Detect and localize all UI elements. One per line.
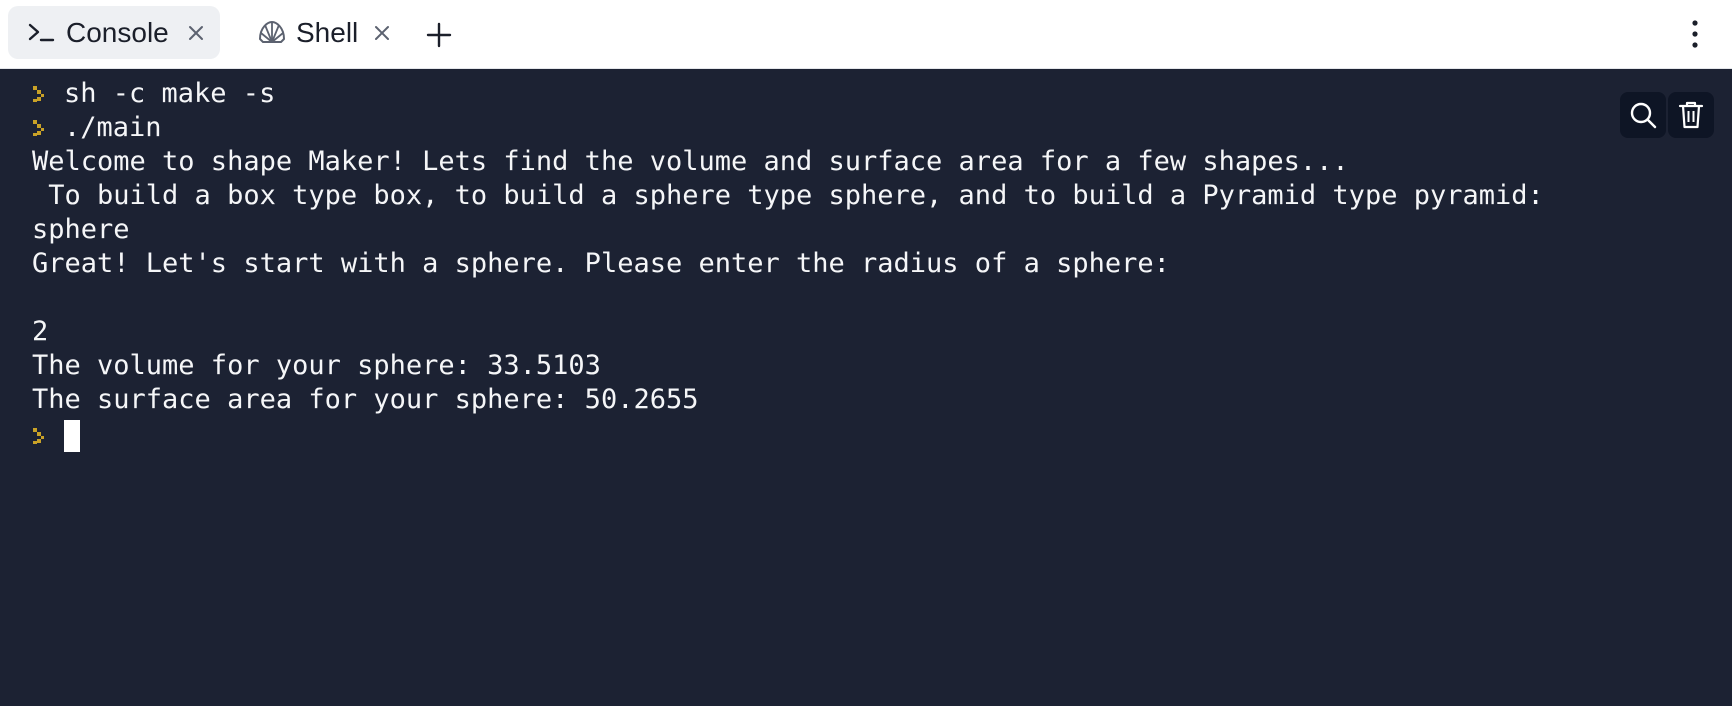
vertical-ellipsis-icon <box>1692 20 1698 48</box>
terminal-prompt-icon <box>24 16 58 50</box>
output-line: The volume for your sphere: 33.5103 <box>32 349 1544 383</box>
output-text: sphere <box>32 214 130 245</box>
output-line: To build a box type box, to build a sphe… <box>32 179 1544 213</box>
output-text: Welcome to shape Maker! Lets find the vo… <box>32 146 1349 177</box>
output-line: sphere <box>32 213 1544 247</box>
output-text: 2 <box>32 316 49 347</box>
output-line: The surface area for your sphere: 50.265… <box>32 383 1544 417</box>
terminal-output[interactable]: sh -c make -s ./main Welcome to shape Make… <box>0 69 1732 706</box>
command-line: ./main <box>32 111 1544 145</box>
output-line <box>32 281 1544 315</box>
more-options-button[interactable] <box>1680 14 1710 54</box>
tab-console[interactable]: Console <box>8 6 220 59</box>
prompt-chevron-icon <box>32 77 64 111</box>
close-icon[interactable] <box>183 20 209 46</box>
output-line: Great! Let's start with a sphere. Please… <box>32 247 1544 281</box>
plus-icon <box>426 22 452 48</box>
tab-shell[interactable]: Shell <box>240 6 392 59</box>
command-line: sh -c make -s <box>32 77 1544 111</box>
output-text: Great! Let's start with a sphere. Please… <box>32 248 1170 279</box>
tab-console-label: Console <box>66 16 169 48</box>
trash-icon <box>1678 101 1704 129</box>
output-text: The surface area for your sphere: 50.265… <box>32 384 699 415</box>
command-text: sh -c make -s <box>64 78 276 109</box>
output-text: The volume for your sphere: 33.5103 <box>32 350 601 381</box>
output-text: To build a box type box, to build a sphe… <box>32 180 1544 211</box>
terminal-lines: sh -c make -s ./main Welcome to shape Make… <box>32 77 1544 417</box>
tab-bar: Console Shell <box>0 0 1732 69</box>
text-cursor <box>64 420 80 452</box>
add-tab-button[interactable] <box>422 18 456 52</box>
active-prompt-line <box>32 419 80 453</box>
prompt-chevron-icon <box>32 419 64 453</box>
shell-icon <box>256 16 288 50</box>
prompt-chevron-icon <box>32 111 64 145</box>
search-icon <box>1630 102 1657 129</box>
clear-console-button[interactable] <box>1668 92 1714 138</box>
output-line: 2 <box>32 315 1544 349</box>
tab-shell-label: Shell <box>296 16 359 48</box>
command-text: ./main <box>64 112 162 143</box>
output-line: Welcome to shape Maker! Lets find the vo… <box>32 145 1544 179</box>
close-icon[interactable] <box>372 20 392 46</box>
search-button[interactable] <box>1620 92 1666 138</box>
